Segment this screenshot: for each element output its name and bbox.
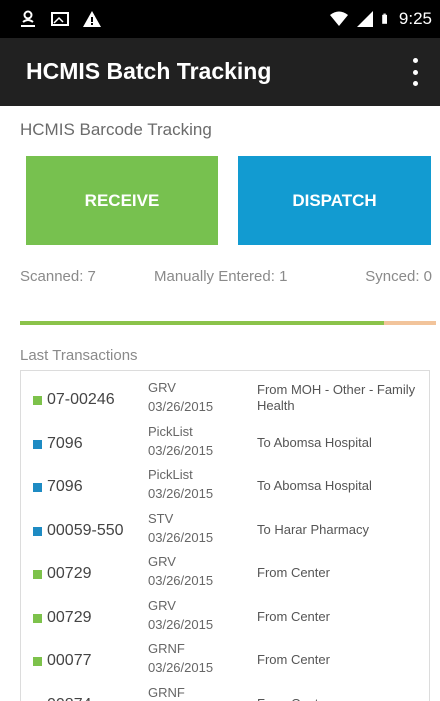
status-bar: 9:25	[0, 0, 440, 38]
transaction-date: 03/26/2015	[148, 399, 214, 414]
transaction-type: GRNF	[148, 641, 185, 656]
transaction-status-marker	[33, 483, 42, 492]
sync-progress-bar	[20, 321, 436, 325]
transaction-date: 03/26/2015	[148, 660, 214, 675]
transaction-date: 03/26/2015	[148, 442, 214, 458]
person-pin-icon	[21, 10, 35, 27]
transaction-doc-number: 7096	[47, 478, 83, 495]
transaction-destination: From Center	[257, 608, 330, 624]
transaction-doc-number: 07-00246	[47, 391, 115, 408]
transaction-doc-number: 00729	[47, 565, 92, 582]
battery-icon	[382, 13, 387, 24]
transaction-date: 03/26/2015	[148, 529, 214, 545]
transaction-date: 03/26/2015	[148, 573, 214, 588]
transaction-doc-number: 00077	[47, 652, 92, 669]
synced-count: Synced: 0	[365, 268, 432, 285]
image-icon	[51, 12, 69, 26]
transaction-row[interactable]: 00874GRNF03/26/2015From Center	[21, 682, 429, 701]
transaction-doc-number: 00059-550	[47, 521, 124, 539]
signal-icon	[356, 11, 373, 27]
transaction-status-marker	[33, 526, 42, 536]
sync-progress-fill	[20, 321, 384, 325]
transaction-status-marker	[33, 657, 42, 666]
transaction-doc-number: 7096	[47, 434, 83, 452]
transaction-status-marker	[33, 396, 42, 405]
dispatch-button[interactable]: DISPATCH	[238, 156, 431, 245]
transaction-type: GRNF	[148, 684, 185, 700]
transaction-row[interactable]: 07-00246 GRV 03/26/2015 From MOH - Other - …	[21, 377, 429, 420]
wifi-icon	[329, 11, 348, 26]
last-transactions-title: Last Transactions	[20, 347, 138, 364]
app-bar: HCMIS Batch Tracking	[0, 38, 440, 106]
scanned-count: Scanned: 7	[20, 268, 96, 285]
transaction-type: GRV	[148, 597, 176, 613]
transaction-destination: To Abomsa Hospital	[257, 434, 372, 450]
transaction-row[interactable]: 00077 GRNF 03/26/2015 From Center	[21, 638, 429, 681]
status-left-icons	[18, 9, 102, 29]
transaction-row[interactable]: 00059-550 STV 03/26/2015 To Harar Pharmacy	[21, 508, 429, 551]
transaction-row[interactable]: 00729 GRV 03/26/2015 From Center	[21, 595, 429, 638]
manual-count: Manually Entered: 1	[154, 268, 288, 285]
transaction-destination: To Harar Pharmacy	[257, 521, 369, 537]
transaction-row[interactable]: 00729 GRV 03/26/2015 From Center	[21, 551, 429, 594]
transaction-destination: From Center	[257, 565, 330, 580]
transaction-destination: From Center	[257, 696, 427, 701]
more-vert-icon[interactable]	[410, 58, 420, 86]
transaction-status-marker	[33, 570, 42, 579]
transaction-row[interactable]: 7096 PickList 03/26/2015 To Abomsa Hospital	[21, 421, 429, 464]
transaction-date: 03/26/2015	[148, 616, 214, 632]
status-right: 9:25	[329, 9, 432, 29]
transaction-date: 03/26/2015	[148, 486, 214, 501]
transactions-list[interactable]: 07-00246 GRV 03/26/2015 From MOH - Other - …	[20, 370, 430, 701]
receive-button[interactable]: RECEIVE	[26, 156, 218, 245]
transaction-status-marker	[33, 439, 42, 449]
transaction-destination: From MOH - Other - Family Health	[257, 382, 416, 413]
transaction-destination: To Abomsa Hospital	[257, 478, 372, 493]
transaction-doc-number: 00874	[47, 696, 92, 701]
screen-subtitle: HCMIS Barcode Tracking	[20, 120, 212, 139]
transaction-destination: From Center	[257, 652, 330, 667]
transaction-row[interactable]: 7096 PickList 03/26/2015 To Abomsa Hospital	[21, 464, 429, 507]
status-time: 9:25	[398, 9, 432, 28]
transaction-type: PickList	[148, 423, 193, 439]
transaction-type: GRV	[148, 380, 176, 395]
transaction-type: PickList	[148, 467, 193, 482]
transaction-status-marker	[33, 613, 42, 623]
warning-icon	[83, 11, 101, 27]
app-title: HCMIS Batch Tracking	[26, 58, 272, 84]
transaction-type: GRV	[148, 554, 176, 569]
transaction-doc-number: 00729	[47, 608, 92, 626]
transaction-type: STV	[148, 510, 174, 526]
